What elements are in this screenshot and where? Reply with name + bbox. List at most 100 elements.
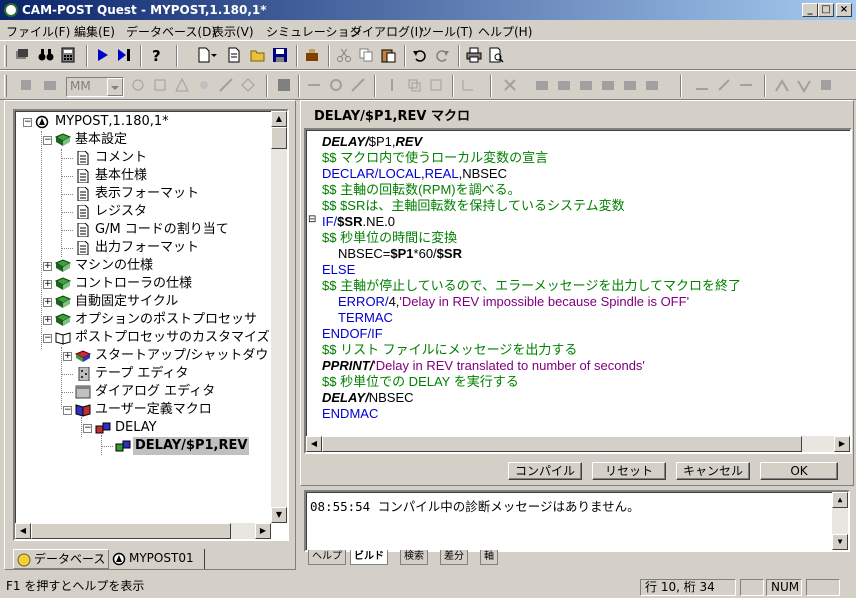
- maximize-button[interactable]: □: [818, 3, 834, 17]
- tree-item-delay[interactable]: − DELAY: [15, 419, 285, 437]
- redo-icon[interactable]: [434, 47, 452, 65]
- collapse-icon[interactable]: −: [43, 136, 52, 145]
- scroll-thumb[interactable]: [322, 436, 802, 452]
- tab-database[interactable]: データベース: [13, 549, 109, 569]
- scroll-thumb[interactable]: [271, 127, 287, 149]
- tab-help[interactable]: ヘルプ: [308, 550, 346, 565]
- binoculars-icon[interactable]: [38, 47, 56, 65]
- tree-item-startup[interactable]: + スタートアップ/シャットダウ: [15, 347, 285, 365]
- tree-item-comment[interactable]: コメント: [15, 149, 285, 167]
- align-a-icon[interactable]: [694, 77, 712, 95]
- shape-d-icon[interactable]: [196, 77, 214, 95]
- menu-file[interactable]: ファイル(F): [6, 23, 70, 40]
- collapse-icon[interactable]: −: [23, 118, 32, 127]
- axis-icon[interactable]: [460, 77, 478, 95]
- tree-item-display-format[interactable]: 表示フォーマット: [15, 185, 285, 203]
- expand-icon[interactable]: +: [43, 262, 52, 271]
- scroll-up-icon[interactable]: ▲: [832, 492, 848, 508]
- run-icon[interactable]: [94, 47, 112, 65]
- output-vertical-scrollbar[interactable]: ▲ ▼: [832, 492, 848, 550]
- code-editor[interactable]: ⊟ DELAY/$P1,REV $$ マクロ内で使うローカル変数の宣言 DECLAR…: [304, 128, 852, 454]
- chevron-down-icon[interactable]: [107, 78, 123, 96]
- tab-mypost[interactable]: MYPOST01: [109, 549, 205, 569]
- shape-e-icon[interactable]: [218, 77, 236, 95]
- stack-icon[interactable]: [14, 47, 32, 65]
- collapse-icon[interactable]: −: [83, 424, 92, 433]
- tree-item-output-format[interactable]: 出力フォーマット: [15, 239, 285, 257]
- expand-icon[interactable]: +: [43, 298, 52, 307]
- tab-axis[interactable]: 軸: [480, 550, 498, 565]
- shape-b-icon[interactable]: [152, 77, 170, 95]
- move-icon[interactable]: [306, 77, 324, 95]
- tree-item-machine-spec[interactable]: + マシンの仕様: [15, 257, 285, 275]
- undo-icon[interactable]: [412, 47, 430, 65]
- copy-icon[interactable]: [358, 47, 376, 65]
- mirror-icon[interactable]: [350, 77, 368, 95]
- open-folder-icon[interactable]: [250, 47, 268, 65]
- step-icon[interactable]: [116, 47, 134, 65]
- align-c-icon[interactable]: [738, 77, 756, 95]
- tab-diff[interactable]: 差分: [440, 550, 468, 565]
- fold-marker-icon[interactable]: ⊟: [308, 214, 316, 225]
- tree-item-register[interactable]: レジスタ: [15, 203, 285, 221]
- compile-button[interactable]: コンパイル: [508, 462, 582, 480]
- shape-c-icon[interactable]: [174, 77, 192, 95]
- scroll-down-icon[interactable]: ▼: [271, 507, 287, 523]
- scroll-left-icon[interactable]: ◀: [306, 436, 322, 452]
- menu-dialog[interactable]: ダイアログ(I): [350, 23, 423, 40]
- units-combo[interactable]: MM: [66, 77, 124, 97]
- cancel-button[interactable]: キャンセル: [676, 462, 750, 480]
- expand-icon[interactable]: +: [63, 352, 72, 361]
- tree-item-fixed-cycle[interactable]: + 自動固定サイクル: [15, 293, 285, 311]
- reset-button[interactable]: リセット: [592, 462, 666, 480]
- tab-search[interactable]: 検索: [400, 550, 428, 565]
- scroll-up-icon[interactable]: ▲: [271, 111, 287, 127]
- new-template-icon[interactable]: [226, 47, 244, 65]
- menu-tools[interactable]: ツール(T): [420, 23, 473, 40]
- tree-item-user-macro[interactable]: − ユーザー定義マクロ: [15, 401, 285, 419]
- print-icon[interactable]: [466, 47, 484, 65]
- tree-item-basic-spec[interactable]: 基本仕様: [15, 167, 285, 185]
- dropdown-arrow-icon[interactable]: [210, 47, 220, 65]
- expand-icon[interactable]: +: [43, 280, 52, 289]
- path-b-icon[interactable]: [796, 77, 814, 95]
- paste-icon[interactable]: [380, 47, 398, 65]
- scroll-right-icon[interactable]: ▶: [255, 523, 271, 539]
- scroll-right-icon[interactable]: ▶: [834, 436, 850, 452]
- ok-button[interactable]: OK: [760, 462, 838, 480]
- machine-icon[interactable]: [42, 77, 60, 95]
- scroll-thumb[interactable]: [31, 523, 231, 539]
- menu-help[interactable]: ヘルプ(H): [478, 23, 532, 40]
- shape-a-icon[interactable]: [130, 77, 148, 95]
- print-preview-icon[interactable]: [488, 47, 506, 65]
- collapse-icon[interactable]: −: [43, 334, 52, 343]
- layer-a-icon[interactable]: [534, 77, 552, 95]
- collapse-icon[interactable]: −: [63, 406, 72, 415]
- tree-item-root[interactable]: − MYPOST,1.180,1*: [15, 113, 285, 131]
- tree-item-dialog-editor[interactable]: ダイアログ エディタ: [15, 383, 285, 401]
- expand-icon[interactable]: +: [43, 316, 52, 325]
- tree-item-basic-settings[interactable]: − 基本設定: [15, 131, 285, 149]
- copy-shape-icon[interactable]: [406, 77, 424, 95]
- tree-item-gm-code[interactable]: G/M コードの割り当て: [15, 221, 285, 239]
- close-button[interactable]: ×: [836, 3, 852, 17]
- tree-horizontal-scrollbar[interactable]: ◀ ▶: [15, 523, 271, 539]
- build-icon[interactable]: [304, 47, 322, 65]
- path-c-icon[interactable]: [818, 77, 836, 95]
- scroll-left-icon[interactable]: ◀: [15, 523, 31, 539]
- grid-icon[interactable]: [276, 77, 294, 95]
- layer-d-icon[interactable]: [600, 77, 618, 95]
- align-b-icon[interactable]: [716, 77, 734, 95]
- scroll-down-icon[interactable]: ▼: [832, 534, 848, 550]
- layer-f-icon[interactable]: [644, 77, 662, 95]
- tree-item-delay-macro[interactable]: DELAY/$P1,REV: [15, 437, 285, 455]
- cut-icon[interactable]: [336, 47, 354, 65]
- path-a-icon[interactable]: [774, 77, 792, 95]
- probe-icon[interactable]: [384, 77, 402, 95]
- save-icon[interactable]: [272, 47, 290, 65]
- tree-item-controller-spec[interactable]: + コントローラの仕様: [15, 275, 285, 293]
- menu-simulation[interactable]: シミュレーション: [266, 23, 362, 40]
- minimize-button[interactable]: _: [802, 3, 818, 17]
- delete-shape-icon[interactable]: [428, 77, 446, 95]
- cross-icon[interactable]: [502, 77, 520, 95]
